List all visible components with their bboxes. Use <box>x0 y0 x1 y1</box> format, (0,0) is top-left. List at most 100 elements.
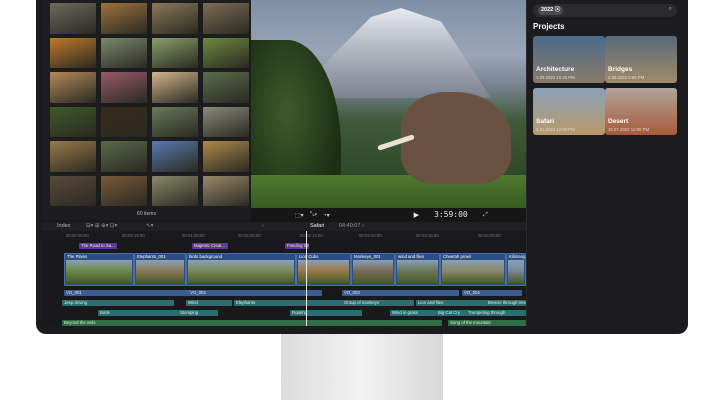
primary-clip-label: Elephants_001 <box>137 254 166 259</box>
safari-truck-thumb[interactable] <box>203 175 249 206</box>
timeline-clip[interactable]: Group of monkeys <box>342 300 414 306</box>
timeline-clip[interactable]: VO_003 <box>342 290 459 296</box>
timeline-clip[interactable]: VO_004 <box>462 290 522 296</box>
project-card[interactable]: Architecture 1.09.2022 10:45 PM <box>533 36 605 83</box>
timeline-clip[interactable]: Jeep driving <box>62 300 174 306</box>
lioness-thumb[interactable] <box>50 141 96 172</box>
viewer <box>251 0 526 220</box>
sunset-thumb[interactable] <box>50 37 96 68</box>
elephant-image <box>401 92 511 184</box>
buffalo-thumb[interactable] <box>152 106 198 137</box>
timeline-clip[interactable]: Majestic Creat... <box>192 243 228 249</box>
timeline-clip[interactable]: Trumpeting through <box>466 310 526 316</box>
primary-clip[interactable]: birds background <box>186 253 296 286</box>
clip-filmstrip <box>188 260 294 283</box>
timeline-clip[interactable]: Stomping <box>178 310 218 316</box>
clip-filmstrip <box>66 260 132 283</box>
road-thumb[interactable] <box>50 72 96 103</box>
rhino-thumb[interactable] <box>50 3 96 34</box>
project-card-name: Desert <box>608 118 629 125</box>
index-button[interactable]: Index <box>57 223 70 229</box>
ruler-tick-label: 00:00:00:00 <box>66 233 89 238</box>
timeline-clip[interactable]: Wind <box>186 300 232 306</box>
acacia-thumb[interactable] <box>152 175 198 206</box>
project-card-date: 4.05.2022 6:55 PM <box>608 75 645 80</box>
monitor-stand <box>281 334 443 400</box>
timeline-header: Index ⊟▾ ⊞ ⊕▾ ⊡▾ ↖▾ ‹ Safari 04:40:07 › <box>42 222 526 231</box>
clip-tools-icon[interactable]: ⊟▾ ⊞ ⊕▾ ⊡▾ <box>86 223 117 229</box>
monkey-thumb[interactable] <box>203 3 249 34</box>
timeline-clip[interactable]: Wind in grass <box>390 310 436 316</box>
speed-icon[interactable]: ◔▾ <box>323 212 330 219</box>
primary-clip[interactable]: Elephants_001 <box>134 253 186 286</box>
project-card[interactable]: Desert 10.07.2022 12:00 PM <box>605 88 677 135</box>
zebra-thumb[interactable] <box>203 106 249 137</box>
elephant-thumb[interactable] <box>101 37 147 68</box>
search-token-label: 2022 <box>541 7 554 13</box>
dusk-thumb[interactable] <box>101 72 147 103</box>
timeline-clip[interactable]: Song of the mountain <box>448 320 526 326</box>
timeline-clip[interactable]: Roaring <box>290 310 362 316</box>
select-tool-icon[interactable]: ↖▾ <box>146 223 153 229</box>
lion-thumb[interactable] <box>152 3 198 34</box>
primary-clip[interactable]: Lion Cubs <box>296 253 351 286</box>
primary-clip[interactable]: Monkeys_001 <box>351 253 395 286</box>
giraffe-thumb[interactable] <box>101 3 147 34</box>
tree-silhouette-thumb[interactable] <box>152 72 198 103</box>
ruler-tick-label: 00:03:15:00 <box>416 233 439 238</box>
primary-clip[interactable]: Kilimanjaro <box>506 253 526 286</box>
herd-thumb[interactable] <box>152 37 198 68</box>
back-arrow-icon[interactable]: ‹ <box>262 223 264 229</box>
clip-filmstrip <box>136 260 184 283</box>
basket-thumb[interactable] <box>101 175 147 206</box>
playhead[interactable] <box>306 231 307 326</box>
tree-thumb[interactable] <box>50 106 96 137</box>
monitor-bezel: 60 items ⬚▾ ⤡▾ ◔▾ ▶ ⤢ 3:59:00 2022 ⓧ ⌕ P… <box>36 0 688 334</box>
jeep-thumb[interactable] <box>203 72 249 103</box>
timeline-tracks[interactable]: The Road to Sa... Majestic Creat... Feedin… <box>42 239 526 326</box>
primary-clip-label: Lion Cubs <box>299 254 319 259</box>
timeline-clip[interactable]: Lion and flies <box>416 300 494 306</box>
wildebeest-thumb[interactable] <box>101 141 147 172</box>
primary-clip[interactable]: Cheetah prowl <box>440 253 506 286</box>
ruler-tick-label: 00:02:15:00 <box>300 233 323 238</box>
ruler-tick-label: 00:01:00:00 <box>182 233 205 238</box>
play-icon[interactable]: ▶ <box>414 211 419 219</box>
ruler-tick-label: 00:00:15:00 <box>122 233 145 238</box>
search-field[interactable]: 2022 ⓧ ⌕ <box>533 4 677 17</box>
primary-clip-label: birds background <box>189 254 222 259</box>
clip-filmstrip <box>442 260 504 283</box>
app-screen: 60 items ⬚▾ ⤡▾ ◔▾ ▶ ⤢ 3:59:00 2022 ⓧ ⌕ P… <box>42 0 682 326</box>
night-sunset-thumb[interactable] <box>101 106 147 137</box>
ruler-tick-label: 00:02:00:00 <box>238 233 261 238</box>
project-browser-panel: 2022 ⓧ ⌕ Projects Architecture 1.09.2022 … <box>526 0 682 326</box>
projects-heading: Projects <box>533 22 565 31</box>
crop-icon[interactable]: ⬚▾ <box>295 212 304 219</box>
bird-thumb[interactable] <box>203 37 249 68</box>
search-token[interactable]: 2022 ⓧ <box>538 6 564 15</box>
project-card[interactable]: Bridges 4.05.2022 6:55 PM <box>605 36 677 83</box>
timeline-clip[interactable]: The Road to Sa... <box>79 243 117 249</box>
primary-clip[interactable]: wind and flies <box>395 253 440 286</box>
primary-clip-label: Cheetah prowl <box>443 254 471 259</box>
forward-arrow-icon[interactable]: › <box>362 223 364 229</box>
project-card-name: Bridges <box>608 66 633 73</box>
giraffe-sky-thumb[interactable] <box>152 141 198 172</box>
timeline-clip[interactable]: Beyond the veils <box>62 320 442 326</box>
fullscreen-icon[interactable]: ⤢ <box>483 212 488 219</box>
transform-icon[interactable]: ⤡▾ <box>310 212 317 219</box>
primary-clip[interactable]: The Plains <box>64 253 134 286</box>
giraffe-pair-thumb[interactable] <box>203 141 249 172</box>
primary-clip-label: Kilimanjaro <box>509 254 525 259</box>
timeline-ruler[interactable]: 00:00:00:00 00:00:15:00 00:01:00:00 00:02:0… <box>42 231 526 239</box>
project-card-date: 10.07.2022 12:00 PM <box>608 127 650 132</box>
timeline-clip[interactable]: VO_003 <box>188 290 322 296</box>
project-card[interactable]: Safari 6.01.2022 12:00 PM <box>533 88 605 135</box>
timeline-clip[interactable]: Birds <box>98 310 178 316</box>
hut-thumb[interactable] <box>50 175 96 206</box>
timeline-clip[interactable]: Breeze through trees <box>486 300 526 306</box>
ruler-tick-label: 00:04:00:00 <box>478 233 501 238</box>
ruler-tick-label: 00:03:00:00 <box>359 233 382 238</box>
viewer-toolbar: ⬚▾ ⤡▾ ◔▾ ▶ ⤢ <box>251 208 526 222</box>
search-icon[interactable]: ⌕ <box>669 6 672 13</box>
